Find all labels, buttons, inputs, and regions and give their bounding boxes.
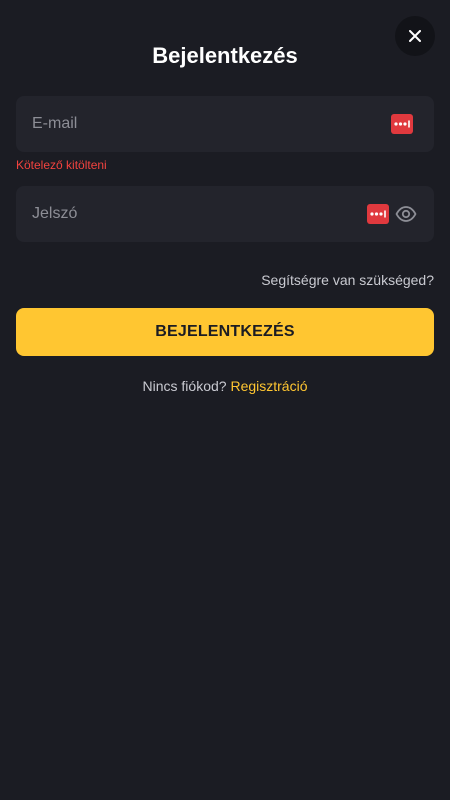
dots-icon [370,210,386,218]
password-field[interactable] [16,186,434,242]
page-title: Bejelentkezés [152,43,298,68]
login-screen: Bejelentkezés Kötelező kitölteni [0,0,450,800]
password-manager-icon[interactable] [391,114,413,134]
help-link[interactable]: Segítségre van szükséged? [261,271,434,289]
register-question: Nincs fiókod? [142,378,227,394]
dots-icon [394,120,410,128]
register-prompt: Nincs fiókod? Regisztráció [0,377,450,395]
password-manager-icon[interactable] [367,204,389,224]
register-link[interactable]: Regisztráció [230,378,307,394]
eye-icon[interactable] [395,203,417,225]
email-field[interactable] [16,96,434,152]
email-input[interactable] [16,96,434,152]
login-button[interactable]: BEJELENTKEZÉS [16,308,434,356]
email-error-message: Kötelező kitölteni [16,158,107,172]
